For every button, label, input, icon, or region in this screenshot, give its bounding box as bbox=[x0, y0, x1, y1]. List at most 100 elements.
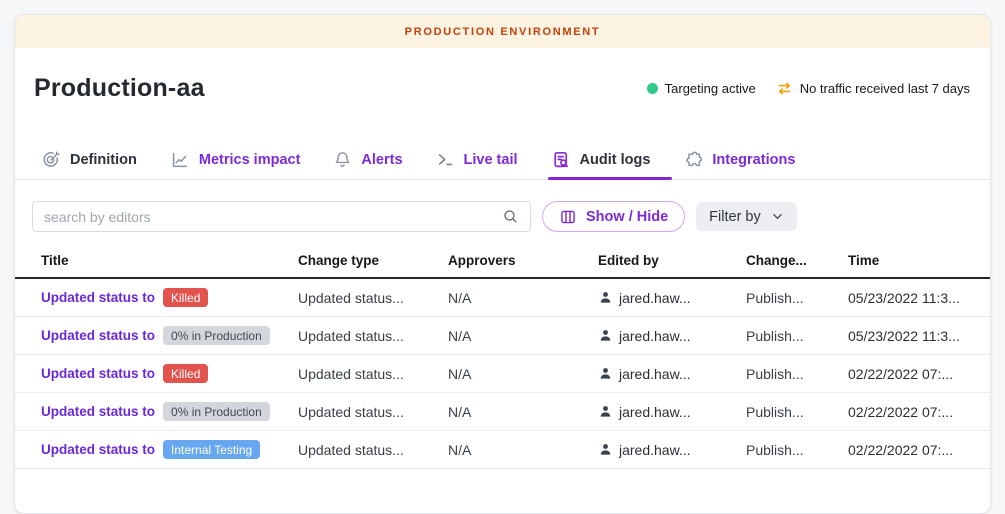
row-title-cell: Updated status to 0% in Production bbox=[32, 326, 298, 345]
status-badge: 0% in Production bbox=[163, 326, 270, 345]
row-time: 05/23/2022 11:3... bbox=[848, 328, 973, 344]
green-dot-icon bbox=[647, 83, 658, 94]
targeting-status-label: Targeting active bbox=[665, 81, 756, 96]
columns-icon bbox=[559, 208, 577, 226]
column-header-edited-by: Edited by bbox=[598, 253, 746, 268]
status-badge: Internal Testing bbox=[163, 440, 260, 459]
table-row[interactable]: Updated status to 0% in Production Updat… bbox=[15, 317, 990, 355]
page-header: Production-aa Targeting active No traffi… bbox=[15, 48, 990, 103]
column-header-change: Change... bbox=[746, 253, 848, 268]
row-change-type: Updated status... bbox=[298, 366, 448, 382]
row-edited-by-label: jared.haw... bbox=[619, 366, 691, 382]
column-header-time: Time bbox=[848, 253, 973, 268]
traffic-status-label: No traffic received last 7 days bbox=[800, 81, 970, 96]
column-header-approvers: Approvers bbox=[448, 253, 598, 268]
row-edited-by-label: jared.haw... bbox=[619, 328, 691, 344]
row-time: 02/22/2022 07:... bbox=[848, 404, 973, 420]
document-search-icon bbox=[551, 150, 571, 170]
show-hide-label: Show / Hide bbox=[586, 209, 668, 225]
row-time: 02/22/2022 07:... bbox=[848, 442, 973, 458]
row-edited-by: jared.haw... bbox=[598, 366, 746, 382]
status-badge: Killed bbox=[163, 364, 208, 383]
row-edited-by-label: jared.haw... bbox=[619, 290, 691, 306]
traffic-status: No traffic received last 7 days bbox=[776, 80, 970, 97]
row-approvers: N/A bbox=[448, 290, 598, 306]
row-edited-by: jared.haw... bbox=[598, 328, 746, 344]
tab-alerts[interactable]: Alerts bbox=[333, 140, 402, 179]
row-edited-by-label: jared.haw... bbox=[619, 404, 691, 420]
search-box bbox=[32, 201, 531, 232]
row-change: Publish... bbox=[746, 366, 848, 382]
row-edited-by: jared.haw... bbox=[598, 442, 746, 458]
tab-metrics-impact-label: Metrics impact bbox=[199, 152, 301, 168]
tab-audit-logs[interactable]: Audit logs bbox=[551, 140, 651, 179]
chevron-down-icon bbox=[771, 210, 784, 223]
row-approvers: N/A bbox=[448, 328, 598, 344]
tab-live-tail-label: Live tail bbox=[464, 152, 518, 168]
row-title-cell: Updated status to Killed bbox=[32, 288, 298, 307]
row-title-link[interactable]: Updated status to bbox=[41, 290, 155, 305]
row-approvers: N/A bbox=[448, 366, 598, 382]
audit-log-toolbar: Show / Hide Filter by bbox=[32, 201, 973, 232]
row-title-cell: Updated status to 0% in Production bbox=[32, 402, 298, 421]
tab-metrics-impact[interactable]: Metrics impact bbox=[170, 140, 301, 179]
tab-bar: Definition Metrics impact Alerts bbox=[15, 140, 990, 180]
table-body: Updated status to Killed Updated status.… bbox=[15, 279, 990, 469]
filter-by-label: Filter by bbox=[709, 209, 761, 225]
row-approvers: N/A bbox=[448, 442, 598, 458]
table-row[interactable]: Updated status to 0% in Production Updat… bbox=[15, 393, 990, 431]
row-edited-by: jared.haw... bbox=[598, 404, 746, 420]
terminal-icon bbox=[436, 150, 455, 169]
person-icon bbox=[598, 404, 613, 419]
row-change-type: Updated status... bbox=[298, 404, 448, 420]
filter-by-button[interactable]: Filter by bbox=[696, 202, 797, 231]
bell-icon bbox=[333, 150, 352, 169]
row-title-link[interactable]: Updated status to bbox=[41, 442, 155, 457]
row-change-type: Updated status... bbox=[298, 290, 448, 306]
environment-banner-label: PRODUCTION ENVIRONMENT bbox=[405, 26, 601, 38]
tab-integrations[interactable]: Integrations bbox=[683, 140, 795, 179]
row-title-cell: Updated status to Internal Testing bbox=[32, 440, 298, 459]
targeting-status: Targeting active bbox=[647, 81, 756, 96]
table-row[interactable]: Updated status to Killed Updated status.… bbox=[15, 279, 990, 317]
column-header-change-type: Change type bbox=[298, 253, 448, 268]
person-icon bbox=[598, 366, 613, 381]
row-change: Publish... bbox=[746, 404, 848, 420]
row-title-link[interactable]: Updated status to bbox=[41, 328, 155, 343]
status-badge: Killed bbox=[163, 288, 208, 307]
search-input[interactable] bbox=[44, 209, 502, 225]
row-approvers: N/A bbox=[448, 404, 598, 420]
tab-audit-logs-label: Audit logs bbox=[580, 152, 651, 168]
row-title-link[interactable]: Updated status to bbox=[41, 404, 155, 419]
tab-live-tail[interactable]: Live tail bbox=[436, 140, 518, 179]
transfer-arrows-icon bbox=[776, 80, 793, 97]
page-title: Production-aa bbox=[34, 74, 205, 103]
row-change: Publish... bbox=[746, 290, 848, 306]
puzzle-icon bbox=[683, 150, 703, 170]
row-change-type: Updated status... bbox=[298, 328, 448, 344]
row-title-cell: Updated status to Killed bbox=[32, 364, 298, 383]
person-icon bbox=[598, 442, 613, 457]
row-edited-by-label: jared.haw... bbox=[619, 442, 691, 458]
row-title-link[interactable]: Updated status to bbox=[41, 366, 155, 381]
tab-alerts-label: Alerts bbox=[361, 152, 402, 168]
tab-definition[interactable]: Definition bbox=[41, 140, 137, 179]
table-row[interactable]: Updated status to Internal Testing Updat… bbox=[15, 431, 990, 469]
status-badge: 0% in Production bbox=[163, 402, 270, 421]
table-row[interactable]: Updated status to Killed Updated status.… bbox=[15, 355, 990, 393]
row-change-type: Updated status... bbox=[298, 442, 448, 458]
search-icon bbox=[502, 208, 519, 225]
person-icon bbox=[598, 290, 613, 305]
tab-integrations-label: Integrations bbox=[712, 152, 795, 168]
show-hide-button[interactable]: Show / Hide bbox=[542, 201, 685, 232]
column-header-title: Title bbox=[32, 253, 298, 268]
line-chart-icon bbox=[170, 150, 190, 170]
row-change: Publish... bbox=[746, 442, 848, 458]
table-header-row: Title Change type Approvers Edited by Ch… bbox=[15, 243, 990, 279]
tab-definition-label: Definition bbox=[70, 152, 137, 168]
row-edited-by: jared.haw... bbox=[598, 290, 746, 306]
environment-banner: PRODUCTION ENVIRONMENT bbox=[15, 15, 990, 48]
flag-detail-card: PRODUCTION ENVIRONMENT Production-aa Tar… bbox=[14, 14, 991, 514]
page: { "banner": { "label": "PRODUCTION ENVIR… bbox=[0, 0, 1005, 473]
row-time: 02/22/2022 07:... bbox=[848, 366, 973, 382]
